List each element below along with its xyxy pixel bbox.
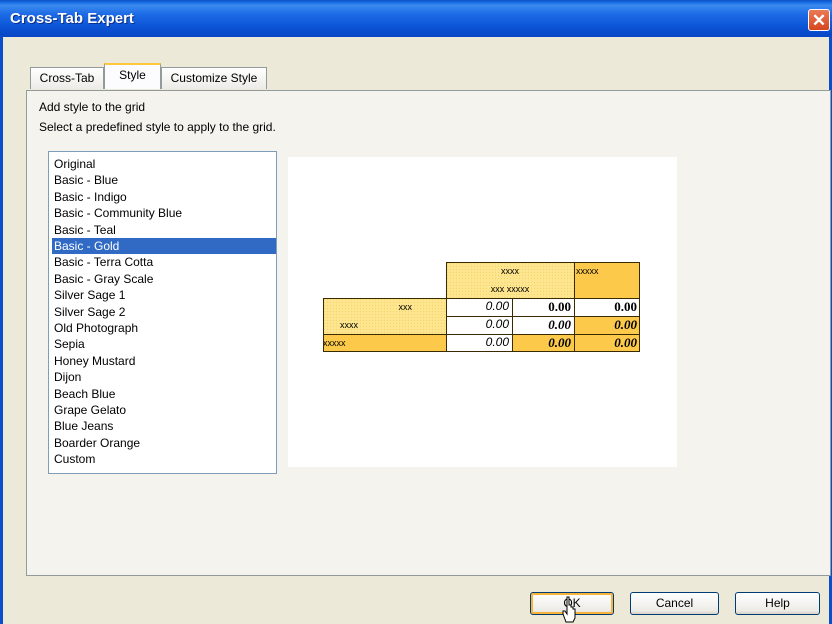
preview-gridline (574, 262, 575, 352)
preview-cell: 0.00 (446, 316, 512, 334)
preview-col-total-header: xxxxx (574, 262, 640, 298)
preview-cell: 0.00 (446, 298, 512, 316)
preview-row-label: xxx (323, 298, 446, 316)
style-preview: xxxx xxxxx xxx xxxxx xxx xxxx xxxxx 0.00… (288, 157, 677, 467)
preview-gridline (446, 298, 447, 352)
list-item[interactable]: Grape Gelato (52, 402, 276, 418)
list-item[interactable]: Basic - Blue (52, 172, 276, 188)
tab-label: Cross-Tab (39, 71, 95, 85)
preview-gridline (323, 334, 640, 335)
title-bar: Cross-Tab Expert ✕ (0, 0, 832, 37)
list-item[interactable]: Sepia (52, 336, 276, 352)
preview-cell: 0.00 (574, 334, 640, 352)
preview-col-header: xxxx (446, 262, 574, 281)
list-item[interactable]: Basic - Terra Cotta (52, 254, 276, 270)
list-item[interactable]: Old Photograph (52, 320, 276, 336)
panel-instruction: Select a predefined style to apply to th… (39, 120, 276, 134)
panel-heading: Add style to the grid (39, 100, 146, 114)
cancel-label: Cancel (655, 596, 694, 610)
list-item[interactable]: Blue Jeans (52, 418, 276, 434)
list-item[interactable]: Silver Sage 2 (52, 304, 276, 320)
list-item[interactable]: Silver Sage 1 (52, 287, 276, 303)
list-item[interactable]: Basic - Gold (52, 238, 276, 254)
cancel-button[interactable]: Cancel (630, 592, 719, 615)
preview-cell: 0.00 (512, 334, 574, 352)
tab-style[interactable]: Style (104, 63, 161, 89)
preview-row-total-label: xxxxx (323, 334, 446, 352)
tab-cross-tab[interactable]: Cross-Tab (30, 67, 104, 89)
list-item[interactable]: Honey Mustard (52, 353, 276, 369)
help-label: Help (765, 596, 790, 610)
preview-cell: 0.00 (574, 316, 640, 334)
hand-cursor-icon (562, 596, 576, 623)
tab-label: Customize Style (170, 71, 258, 85)
close-button[interactable]: ✕ (808, 9, 830, 31)
tab-label: Style (119, 68, 146, 82)
list-item[interactable]: Basic - Community Blue (52, 205, 276, 221)
list-item[interactable]: Original (52, 156, 276, 172)
list-item[interactable]: Dijon (52, 369, 276, 385)
tab-customize-style[interactable]: Customize Style (161, 67, 267, 89)
window-title: Cross-Tab Expert (10, 10, 134, 27)
preview-gridline (512, 298, 513, 352)
list-item[interactable]: Basic - Gray Scale (52, 271, 276, 287)
preview-cell: 0.00 (512, 298, 574, 316)
close-icon: ✕ (811, 11, 827, 30)
preview-gridline (446, 316, 640, 317)
preview-row-label: xxxx (323, 316, 446, 334)
preview-col-subheader: xxx xxxxx (446, 281, 574, 298)
list-item[interactable]: Beach Blue (52, 386, 276, 402)
window-border-left (0, 36, 3, 624)
help-button[interactable]: Help (735, 592, 820, 615)
preview-cell: 0.00 (512, 316, 574, 334)
style-listbox[interactable]: Original Basic - Blue Basic - Indigo Basic … (48, 151, 277, 474)
preview-cell: 0.00 (446, 334, 512, 352)
list-item[interactable]: Basic - Indigo (52, 189, 276, 205)
preview-cell: 0.00 (574, 298, 640, 316)
list-item[interactable]: Custom (52, 451, 276, 467)
list-item[interactable]: Boarder Orange (52, 435, 276, 451)
list-item[interactable]: Basic - Teal (52, 222, 276, 238)
